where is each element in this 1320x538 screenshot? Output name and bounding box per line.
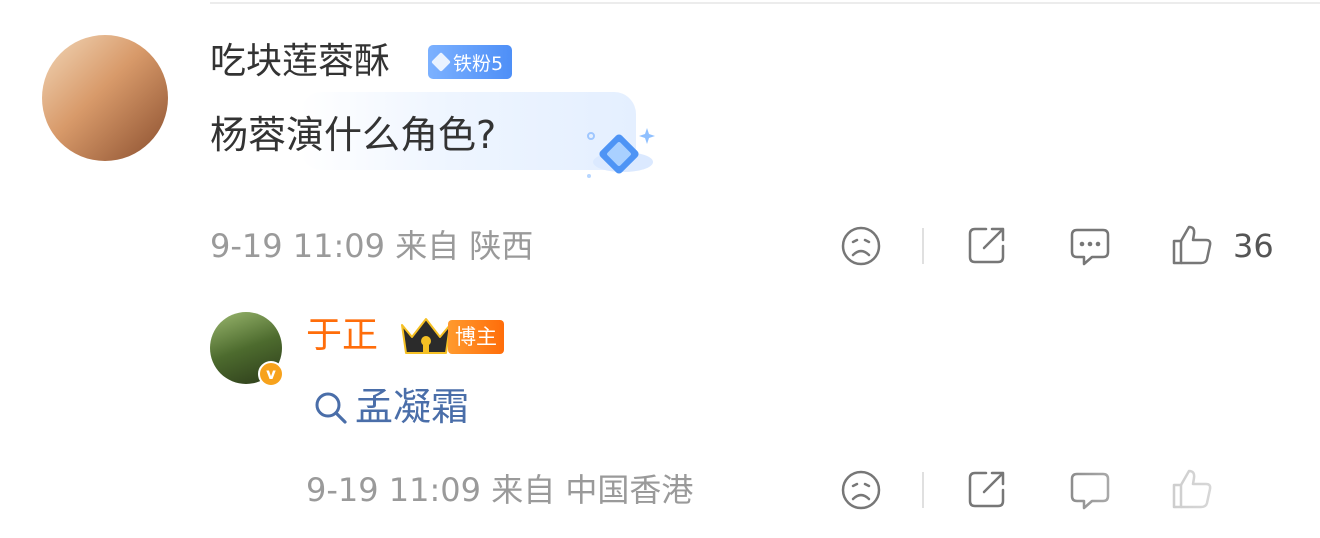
divider <box>922 472 924 508</box>
reply-username[interactable]: 于正 <box>306 316 378 356</box>
diamond-decoration-icon <box>587 128 655 178</box>
divider <box>922 228 924 264</box>
fan-badge-label: 铁粉5 <box>453 52 504 75</box>
comment-text: 杨蓉演什么角色? <box>210 113 497 157</box>
like-count: 36 <box>1233 227 1274 265</box>
crown-icon <box>401 318 451 354</box>
reply-time: 9-19 11:09 <box>306 471 482 509</box>
frown-icon[interactable] <box>840 225 882 267</box>
comment-username[interactable]: 吃块莲蓉酥 <box>210 42 390 82</box>
comment-icon[interactable] <box>1068 224 1112 268</box>
share-icon[interactable] <box>966 468 1008 510</box>
fan-badge[interactable]: 铁粉5 <box>428 45 513 79</box>
avatar[interactable] <box>42 35 168 161</box>
share-icon[interactable] <box>966 224 1008 266</box>
thumbs-up-icon[interactable] <box>1170 224 1214 266</box>
frown-icon[interactable] <box>840 469 882 511</box>
reply-search-link[interactable]: 孟凝霜 <box>355 385 469 429</box>
diamond-icon <box>431 52 451 72</box>
top-divider <box>210 2 1320 4</box>
reply-meta: 9-19 11:09 来自 中国香港 <box>306 472 693 508</box>
fade-overlay <box>1040 450 1320 538</box>
comment-meta: 9-19 11:09 来自 陕西 <box>210 228 533 264</box>
verified-badge: v <box>258 361 284 387</box>
search-icon <box>315 392 347 424</box>
reply-source: 来自 中国香港 <box>491 471 694 509</box>
comment-source: 来自 陕西 <box>395 227 534 265</box>
comment-time: 9-19 11:09 <box>210 227 386 265</box>
blogger-badge[interactable]: 博主 <box>448 320 504 354</box>
